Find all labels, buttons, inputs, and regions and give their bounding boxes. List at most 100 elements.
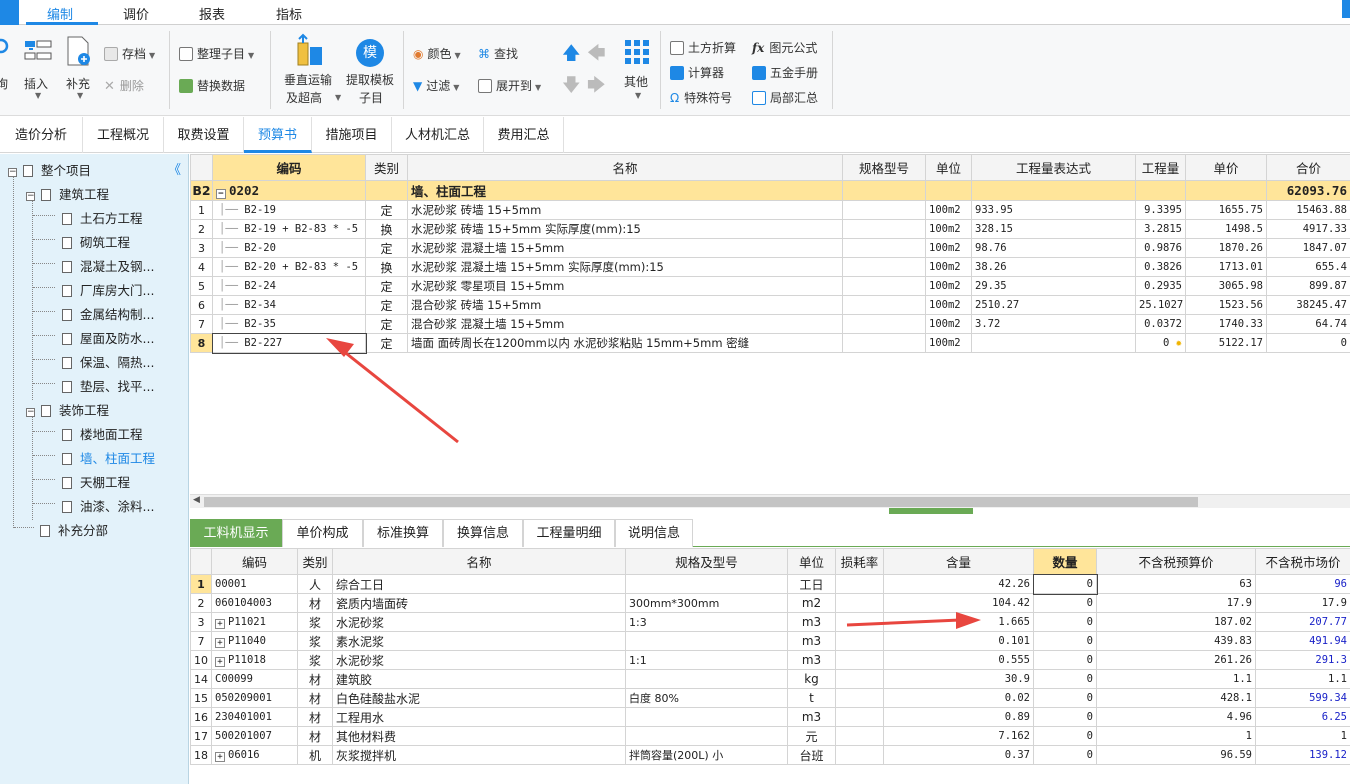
vertical-transport-button[interactable]: 垂直运输 及超高 ▼ [282, 31, 341, 111]
spec-cell[interactable] [625, 669, 788, 689]
content-cell[interactable]: 0.555 [883, 650, 1034, 670]
spec-cell[interactable]: 拌筒容量(200L) 小 [625, 745, 788, 765]
spec-cell[interactable] [842, 219, 926, 239]
expression-cell[interactable]: 98.76 [971, 238, 1136, 258]
table-row[interactable]: 7 + P11040 浆素水泥浆 m3 0.101 0 439.83 491.94 [190, 631, 1350, 651]
tree-group-building[interactable]: − 建筑工程 [26, 184, 109, 203]
quantity-cell[interactable]: 0 [1033, 688, 1097, 708]
name-cell[interactable]: 水泥砂浆 混凝土墙 15+5mm 实际厚度(mm):15 [407, 257, 843, 277]
tab-unit-price-composition[interactable]: 单价构成 [282, 519, 363, 547]
column-header[interactable]: 类别 [297, 548, 333, 575]
unit-cell[interactable]: 100m2 [925, 314, 972, 334]
quantity-cell[interactable]: 0 ✹ [1135, 333, 1186, 353]
quantity-cell[interactable]: 0 [1032, 573, 1098, 595]
market-price-cell[interactable]: 491.94 [1255, 631, 1350, 651]
archive-button[interactable]: 存档 ▼ [104, 45, 155, 62]
quantity-cell[interactable]: 3.2815 [1135, 219, 1186, 239]
table-row[interactable]: 1 00001 人综合工日 工日 42.26 0 63 96 [190, 573, 1350, 595]
code-cell[interactable]: 230401001 [211, 707, 298, 727]
insert-button[interactable]: 插入 ▼ [20, 33, 54, 105]
tree-group-decoration[interactable]: − 装饰工程 [26, 400, 109, 419]
type-cell[interactable]: 人 [297, 574, 333, 594]
name-cell[interactable]: 水泥砂浆 [332, 612, 626, 632]
type-cell[interactable]: 换 [365, 219, 408, 239]
organize-children-button[interactable]: 整理子目 ▼ [179, 45, 254, 62]
column-header[interactable]: 编码 [211, 548, 298, 575]
hardware-manual-button[interactable]: 五金手册 [752, 64, 818, 81]
price-cell[interactable]: 1498.5 [1185, 219, 1267, 239]
name-cell[interactable]: 白色硅酸盐水泥 [332, 688, 626, 708]
unit-cell[interactable]: m3 [787, 612, 836, 632]
unit-cell[interactable]: 100m2 [925, 333, 972, 353]
price-cell[interactable]: 1523.56 [1185, 295, 1267, 315]
quantity-cell[interactable]: 0 [1033, 650, 1097, 670]
expand-box-icon[interactable]: + [215, 637, 225, 648]
delete-button[interactable]: ✕ 删除 [104, 77, 144, 94]
content-cell[interactable]: 0.101 [883, 631, 1034, 651]
price-cell[interactable]: 5122.17 [1185, 333, 1267, 353]
tab-cost-analysis[interactable]: 造价分析 [0, 117, 83, 153]
spec-cell[interactable]: 1:3 [625, 612, 788, 632]
name-cell[interactable]: 水泥砂浆 砖墙 15+5mm [407, 200, 843, 220]
cell[interactable] [842, 180, 926, 201]
filter-button[interactable]: ▼ 过滤 ▼ [413, 77, 459, 94]
market-price-cell[interactable]: 17.9 [1255, 593, 1350, 613]
name-cell[interactable]: 水泥砂浆 砖墙 15+5mm 实际厚度(mm):15 [407, 219, 843, 239]
quantity-cell[interactable]: 0 [1033, 631, 1097, 651]
quantity-cell[interactable]: 0.3826 [1135, 257, 1186, 277]
type-cell[interactable]: 材 [297, 726, 333, 746]
unit-cell[interactable]: 100m2 [925, 276, 972, 296]
quantity-cell[interactable]: 0 [1033, 593, 1097, 613]
spec-cell[interactable] [625, 574, 788, 594]
find-button[interactable]: ⌘ 查找 [478, 45, 518, 62]
unit-cell[interactable]: kg [787, 669, 836, 689]
unit-cell[interactable]: m2 [787, 593, 836, 613]
budget-price-cell[interactable]: 1 [1096, 726, 1256, 746]
table-row[interactable]: 1 │── B2-19 定水泥砂浆 砖墙 15+5mm 100m2 933.95 9.33… [190, 200, 1350, 220]
market-price-cell[interactable]: 96 [1255, 574, 1350, 594]
tree-item[interactable]: 厂库房大门... [62, 280, 154, 299]
total-cell[interactable]: 655.4 [1266, 257, 1350, 277]
table-row[interactable]: 14 C00099 材建筑胶 kg 30.9 0 1.1 1.1 [190, 669, 1350, 689]
table-row[interactable]: 5 │── B2-24 定水泥砂浆 零星项目 15+5mm 100m2 29.35 0.2… [190, 276, 1350, 296]
loss-rate-cell[interactable] [835, 707, 884, 727]
extract-template-button[interactable]: 模 提取模板 子目 [344, 31, 398, 111]
table-row[interactable]: 10 + P11018 浆水泥砂浆 1:1 m3 0.555 0 261.26 291.3 [190, 650, 1350, 670]
expression-cell[interactable]: 933.95 [971, 200, 1136, 220]
replace-data-button[interactable]: 替换数据 [179, 77, 245, 94]
type-cell[interactable]: 定 [365, 295, 408, 315]
name-cell[interactable]: 建筑胶 [332, 669, 626, 689]
total-cell[interactable]: 64.74 [1266, 314, 1350, 334]
supplement-button[interactable]: 补充 ▼ [62, 33, 96, 105]
loss-rate-cell[interactable] [835, 669, 884, 689]
spec-cell[interactable] [625, 707, 788, 727]
tree-item[interactable]: 砌筑工程 [62, 232, 130, 251]
expression-cell[interactable]: 38.26 [971, 257, 1136, 277]
tree-item[interactable]: 金属结构制... [62, 304, 154, 323]
tree-root[interactable]: − 整个项目 [8, 160, 91, 179]
unit-cell[interactable]: t [787, 688, 836, 708]
name-cell[interactable]: 综合工日 [332, 574, 626, 594]
type-cell[interactable]: 材 [297, 688, 333, 708]
table-row[interactable]: 2 │── B2-19 + B2-83 * -5 换水泥砂浆 砖墙 15+5mm 实… [190, 219, 1350, 239]
code-cell[interactable]: +06016 [211, 745, 298, 765]
expand-to-button[interactable]: 展开到 ▼ [478, 77, 541, 94]
spec-cell[interactable] [625, 726, 788, 746]
content-cell[interactable]: 0.89 [883, 707, 1034, 727]
expression-cell[interactable]: 29.35 [971, 276, 1136, 296]
loss-rate-cell[interactable] [835, 574, 884, 594]
spec-cell[interactable] [842, 333, 926, 353]
horizontal-scrollbar[interactable]: ◀ [190, 494, 1350, 508]
code-cell[interactable]: │── B2-24 [212, 276, 366, 296]
price-cell[interactable]: 3065.98 [1185, 276, 1267, 296]
column-header[interactable]: 单位 [787, 548, 836, 575]
unit-cell[interactable]: m3 [787, 707, 836, 727]
market-price-cell[interactable]: 291.3 [1255, 650, 1350, 670]
expand-box-icon[interactable]: + [215, 751, 225, 762]
code-cell[interactable]: │── B2-227 [211, 332, 367, 354]
column-header[interactable]: 合价 [1266, 154, 1350, 181]
move-up-icon[interactable]: 🡅 [562, 41, 581, 71]
budget-price-cell[interactable]: 4.96 [1096, 707, 1256, 727]
type-cell[interactable]: 材 [297, 707, 333, 727]
total-cell[interactable]: 1847.07 [1266, 238, 1350, 258]
